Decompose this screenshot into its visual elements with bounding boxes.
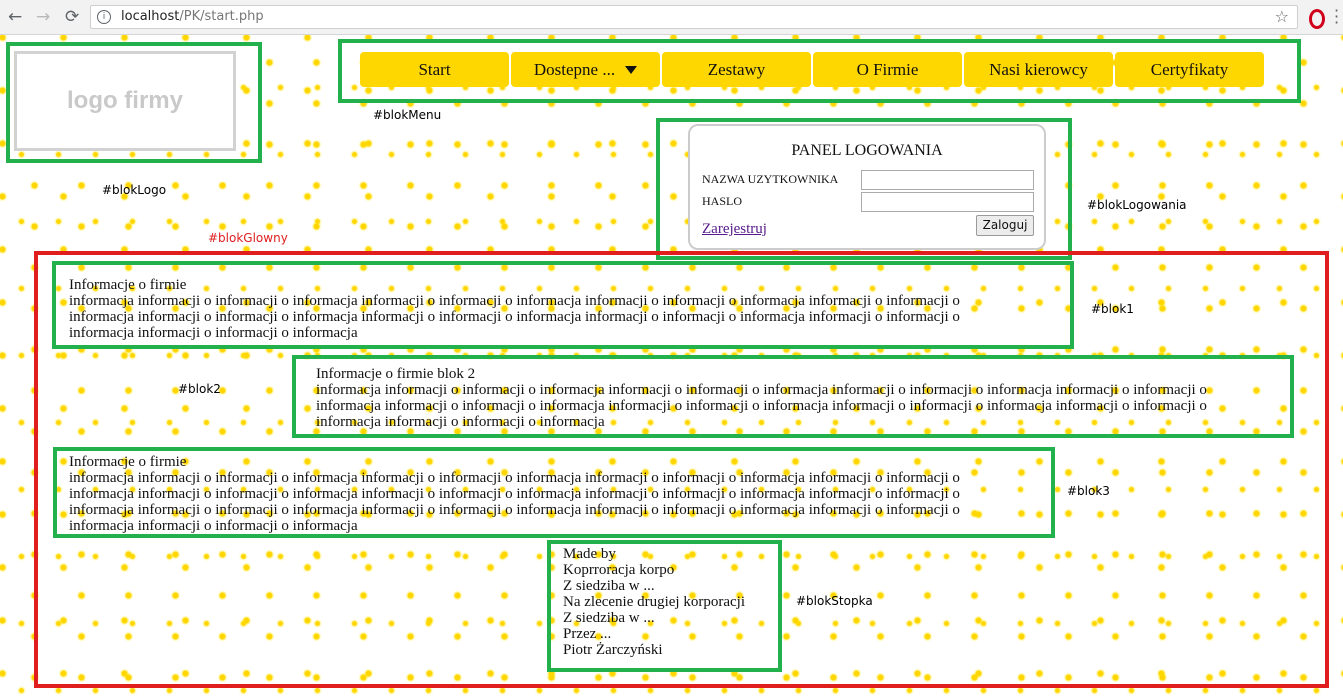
blok2-label: #blok2 <box>178 382 221 396</box>
menu-item-zestawy[interactable]: Zestawy <box>662 52 811 87</box>
blok3-content: Informacje o firmie informacja informacj… <box>69 454 960 534</box>
browser-menu-icon[interactable]: · · · <box>1334 3 1339 31</box>
block-heading: Informacje o firmie blok 2 <box>316 366 476 382</box>
register-link[interactable]: Zarejestruj <box>702 221 767 238</box>
blok-logowania-label: #blokLogowania <box>1087 198 1187 212</box>
login-button[interactable]: Zaloguj <box>976 215 1034 236</box>
block-text-line: informacja informacji o informacji o inf… <box>69 486 960 502</box>
block-text-line: informacja informacji o informacji o inf… <box>316 398 1207 414</box>
url-path: /PK/start.php <box>179 9 264 24</box>
username-label: NAZWA UZYTKOWNIKA <box>702 172 839 186</box>
footer-line: Z siedziba w ... <box>563 578 655 594</box>
footer-line: Przez ... <box>563 626 612 642</box>
menu-item-label: O Firmie <box>856 59 919 79</box>
forward-icon[interactable]: → <box>36 8 50 26</box>
url-host: localhost <box>121 9 180 24</box>
block-text-line: informacja informacji o informacji o inf… <box>69 293 960 309</box>
browser-toolbar: ← → ⟳ i localhost/PK/start.php ☆ · · · <box>0 0 1343 35</box>
menu-item-label: Start <box>418 59 451 79</box>
block-heading: Informacje o firmie <box>69 454 187 470</box>
blok-menu-label: #blokMenu <box>373 108 442 122</box>
block-text-line: informacja informacji o informacji o inf… <box>69 502 960 518</box>
bookmark-star-icon[interactable]: ☆ <box>1275 7 1289 26</box>
footer-line: Z siedziba w ... <box>563 610 655 626</box>
login-title: PANEL LOGOWANIA <box>791 142 943 159</box>
opera-extension-icon[interactable] <box>1309 9 1325 29</box>
menu-item-start[interactable]: Start <box>360 52 509 87</box>
menu-item-nasi-kierowcy[interactable]: Nasi kierowcy <box>964 52 1113 87</box>
logo[interactable]: logo firmy <box>14 51 236 151</box>
menu-item-label: Certyfikaty <box>1150 59 1229 79</box>
blok1-content: Informacje o firmie informacja informacj… <box>69 277 960 341</box>
address-bar[interactable]: i localhost/PK/start.php ☆ <box>90 5 1298 29</box>
menu-item-label: Dostepne ... <box>533 59 616 79</box>
logo-text: logo firmy <box>66 87 183 114</box>
login-panel: PANEL LOGOWANIA NAZWA UZYTKOWNIKA HASLO … <box>688 124 1046 250</box>
blok2-content: Informacje o firmie blok 2 informacja in… <box>316 366 1207 430</box>
blok-glowny-label: #blokGlowny <box>208 231 288 245</box>
chevron-down-icon <box>625 65 638 74</box>
block-text-line: informacja informacji o informacji o inf… <box>316 382 1207 398</box>
url-text: localhost/PK/start.php <box>121 9 264 24</box>
blok1-label: #blok1 <box>1091 302 1134 316</box>
block-text-line: informacja informacji o informacji o inf… <box>69 325 358 341</box>
back-icon[interactable]: ← <box>8 8 22 26</box>
blok-logo-label: #blokLogo <box>102 183 167 197</box>
block-heading: Informacje o firmie <box>69 277 187 293</box>
menu-item-dostepne[interactable]: Dostepne ... <box>511 52 660 87</box>
block-text-line: informacja informacji o informacji o inf… <box>69 518 358 534</box>
reload-icon[interactable]: ⟳ <box>65 8 79 26</box>
block-text-line: informacja informacji o informacji o inf… <box>69 470 960 486</box>
info-icon[interactable]: i <box>97 10 111 24</box>
footer-line: Piotr Żarczyński <box>563 642 663 658</box>
footer-content: Made by Koprroracja korpo Z siedziba w .… <box>563 546 745 658</box>
blok3-label: #blok3 <box>1067 484 1110 498</box>
menu-item-label: Zestawy <box>707 59 766 79</box>
blok-stopka-label: #blokStopka <box>796 594 873 608</box>
username-input[interactable] <box>861 170 1034 190</box>
block-text-line: informacja informacji o informacji o inf… <box>316 414 605 430</box>
password-input[interactable] <box>861 192 1034 212</box>
password-label: HASLO <box>702 194 743 208</box>
menu-item-o-firmie[interactable]: O Firmie <box>813 52 962 87</box>
block-text-line: informacja informacji o informacji o inf… <box>69 309 960 325</box>
menu-item-certyfikaty[interactable]: Certyfikaty <box>1115 52 1264 87</box>
footer-line: Na zlecenie drugiej korporacji <box>563 594 745 610</box>
footer-line: Made by <box>563 546 616 562</box>
footer-line: Koprroracja korpo <box>563 562 675 578</box>
menu-item-label: Nasi kierowcy <box>989 59 1088 79</box>
